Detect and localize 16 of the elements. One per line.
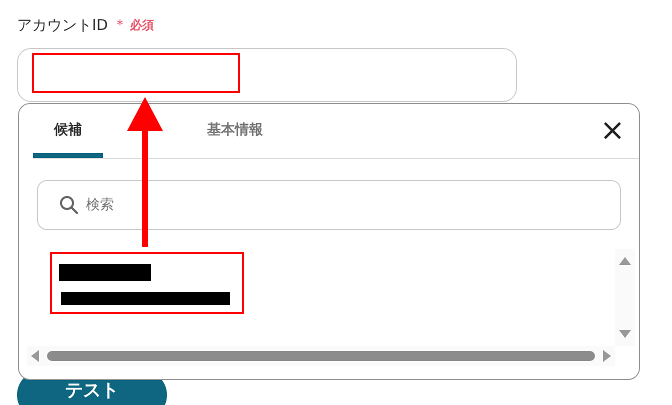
horizontal-scrollbar[interactable] bbox=[27, 346, 615, 366]
required-mark: ＊ bbox=[112, 16, 127, 34]
scroll-down-icon[interactable] bbox=[619, 330, 631, 338]
scroll-up-icon[interactable] bbox=[619, 257, 631, 265]
scroll-left-icon[interactable] bbox=[31, 350, 39, 362]
scrollbar-thumb[interactable] bbox=[47, 351, 595, 361]
search-icon bbox=[59, 195, 79, 215]
tab[interactable]: 基本情報 bbox=[193, 121, 277, 158]
required-text: 必須 bbox=[130, 16, 154, 34]
field-label: アカウントID bbox=[17, 16, 108, 34]
close-button[interactable]: × bbox=[600, 116, 625, 146]
tab[interactable]: 候補 bbox=[33, 121, 103, 158]
scroll-right-icon[interactable] bbox=[603, 350, 611, 362]
vertical-scrollbar[interactable] bbox=[615, 249, 635, 346]
account-id-field[interactable] bbox=[17, 48, 517, 102]
search-field[interactable]: 検索 bbox=[37, 180, 621, 230]
